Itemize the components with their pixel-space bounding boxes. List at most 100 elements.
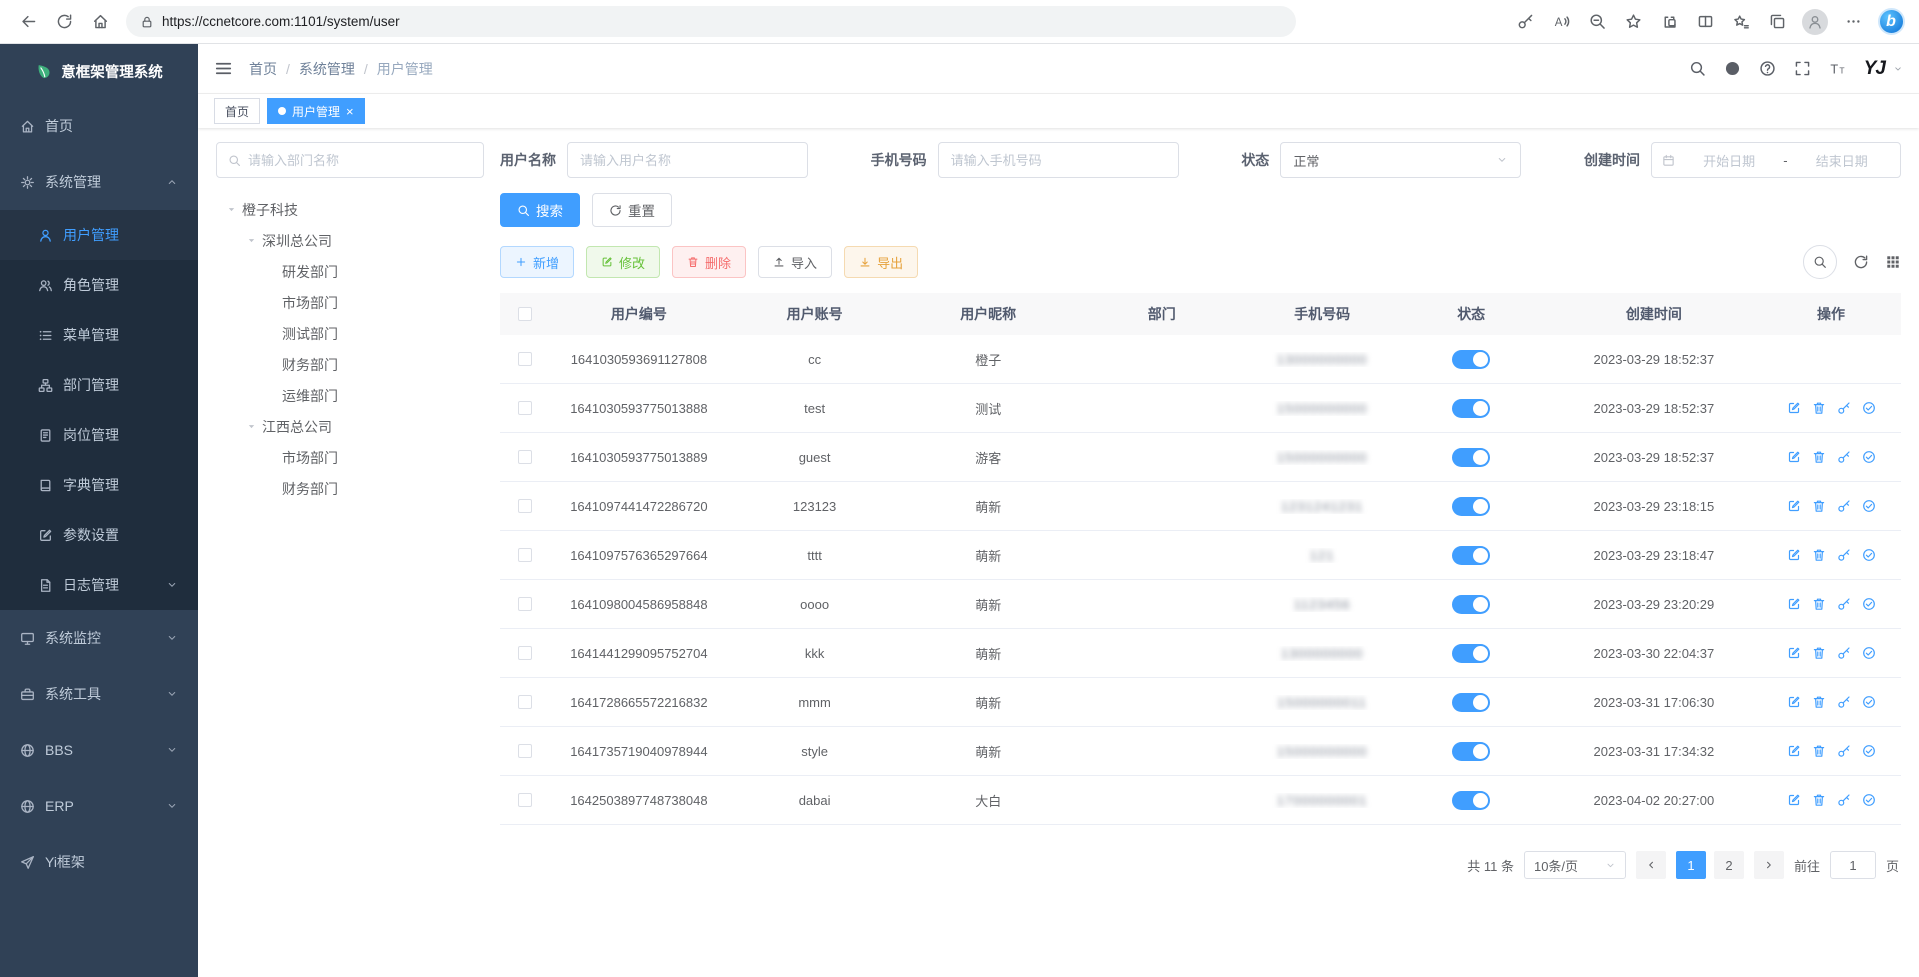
refresh-table-icon[interactable]	[1853, 254, 1869, 270]
sidebar-item-post-mgmt[interactable]: 岗位管理	[0, 410, 198, 460]
edit-icon[interactable]	[1787, 499, 1801, 513]
status-toggle[interactable]	[1452, 595, 1490, 614]
tree-node[interactable]: 橙子科技	[216, 194, 484, 225]
bing-sidebar-button[interactable]: b	[1875, 6, 1907, 38]
tree-node[interactable]: 运维部门	[216, 380, 484, 411]
created-daterange-picker[interactable]: 开始日期 - 结束日期	[1651, 142, 1901, 178]
github-icon[interactable]	[1724, 60, 1741, 77]
delete-button[interactable]: 删除	[672, 246, 746, 278]
home-button[interactable]	[84, 6, 116, 38]
tree-node[interactable]: 财务部门	[216, 473, 484, 504]
prev-page-button[interactable]	[1636, 851, 1666, 879]
sidebar-item-bbs[interactable]: BBS	[0, 722, 198, 778]
row-checkbox[interactable]	[518, 499, 532, 513]
delete-icon[interactable]	[1812, 744, 1826, 758]
address-bar[interactable]: https://ccnetcore.com:1101/system/user	[126, 6, 1296, 37]
sidebar-item-erp[interactable]: ERP	[0, 778, 198, 834]
show-search-button[interactable]	[1803, 245, 1837, 279]
search-icon[interactable]	[1689, 60, 1706, 77]
tree-node[interactable]: 财务部门	[216, 349, 484, 380]
sidebar-item-tools[interactable]: 系统工具	[0, 666, 198, 722]
edit-icon[interactable]	[1787, 695, 1801, 709]
assign-role-icon[interactable]	[1862, 401, 1876, 415]
tab-close-icon[interactable]: ×	[346, 104, 354, 119]
delete-icon[interactable]	[1812, 695, 1826, 709]
status-toggle[interactable]	[1452, 448, 1490, 467]
assign-role-icon[interactable]	[1862, 548, 1876, 562]
status-toggle[interactable]	[1452, 644, 1490, 663]
row-checkbox[interactable]	[518, 352, 532, 366]
browser-more-button[interactable]	[1837, 6, 1869, 38]
tab-home[interactable]: 首页	[214, 98, 260, 124]
browser-profile-button[interactable]	[1799, 6, 1831, 38]
sidebar-item-param-settings[interactable]: 参数设置	[0, 510, 198, 560]
url-text[interactable]: https://ccnetcore.com:1101/system/user	[162, 14, 400, 29]
breadcrumb-system[interactable]: 系统管理	[299, 59, 355, 79]
reset-password-icon[interactable]	[1837, 597, 1851, 611]
sidebar-item-system[interactable]: 系统管理	[0, 154, 198, 210]
edit-icon[interactable]	[1787, 548, 1801, 562]
import-button[interactable]: 导入	[758, 246, 832, 278]
sidebar-item-log-mgmt[interactable]: 日志管理	[0, 560, 198, 610]
assign-role-icon[interactable]	[1862, 695, 1876, 709]
tree-node[interactable]: 市场部门	[216, 287, 484, 318]
export-button[interactable]: 导出	[844, 246, 918, 278]
sidebar-item-role-mgmt[interactable]: 角色管理	[0, 260, 198, 310]
assign-role-icon[interactable]	[1862, 597, 1876, 611]
favorites-bar-button[interactable]	[1725, 6, 1757, 38]
status-toggle[interactable]	[1452, 497, 1490, 516]
reset-password-icon[interactable]	[1837, 793, 1851, 807]
select-all-checkbox[interactable]	[518, 307, 532, 321]
reset-password-icon[interactable]	[1837, 548, 1851, 562]
sidebar-item-dict-mgmt[interactable]: 字典管理	[0, 460, 198, 510]
username-input[interactable]	[567, 142, 808, 178]
row-checkbox[interactable]	[518, 695, 532, 709]
row-checkbox[interactable]	[518, 401, 532, 415]
font-size-icon[interactable]: TT	[1829, 60, 1846, 77]
delete-icon[interactable]	[1812, 548, 1826, 562]
page-button-2[interactable]: 2	[1714, 851, 1744, 879]
edit-icon[interactable]	[1787, 744, 1801, 758]
assign-role-icon[interactable]	[1862, 793, 1876, 807]
edit-icon[interactable]	[1787, 401, 1801, 415]
reset-password-icon[interactable]	[1837, 499, 1851, 513]
reload-button[interactable]	[48, 6, 80, 38]
collections-button[interactable]	[1761, 6, 1793, 38]
delete-icon[interactable]	[1812, 401, 1826, 415]
row-checkbox[interactable]	[518, 597, 532, 611]
tab-user-management[interactable]: 用户管理 ×	[267, 98, 365, 124]
breadcrumb-home[interactable]: 首页	[249, 59, 277, 79]
search-button[interactable]: 搜索	[500, 193, 580, 227]
reset-password-icon[interactable]	[1837, 744, 1851, 758]
edit-icon[interactable]	[1787, 646, 1801, 660]
key-button[interactable]	[1509, 6, 1541, 38]
row-checkbox[interactable]	[518, 450, 532, 464]
tree-node[interactable]: 深圳总公司	[216, 225, 484, 256]
favorite-button[interactable]	[1617, 6, 1649, 38]
status-toggle[interactable]	[1452, 546, 1490, 565]
sidebar-item-monitor[interactable]: 系统监控	[0, 610, 198, 666]
tree-caret-icon[interactable]	[246, 235, 257, 246]
back-button[interactable]	[12, 6, 44, 38]
extensions-button[interactable]	[1653, 6, 1685, 38]
assign-role-icon[interactable]	[1862, 499, 1876, 513]
tree-caret-icon[interactable]	[246, 421, 257, 432]
status-select[interactable]: 正常	[1280, 142, 1521, 178]
delete-icon[interactable]	[1812, 646, 1826, 660]
split-screen-button[interactable]	[1689, 6, 1721, 38]
reset-password-icon[interactable]	[1837, 401, 1851, 415]
reset-password-icon[interactable]	[1837, 646, 1851, 660]
fullscreen-icon[interactable]	[1794, 60, 1811, 77]
sidebar-item-dept-mgmt[interactable]: 部门管理	[0, 360, 198, 410]
reset-button[interactable]: 重置	[592, 193, 672, 227]
tree-node[interactable]: 江西总公司	[216, 411, 484, 442]
user-avatar[interactable]: YJ	[1864, 58, 1885, 80]
tree-node[interactable]: 测试部门	[216, 318, 484, 349]
row-checkbox[interactable]	[518, 646, 532, 660]
row-checkbox[interactable]	[518, 793, 532, 807]
status-toggle[interactable]	[1452, 791, 1490, 810]
reset-password-icon[interactable]	[1837, 695, 1851, 709]
edit-icon[interactable]	[1787, 450, 1801, 464]
collapse-sidebar-icon[interactable]	[214, 59, 233, 78]
reset-password-icon[interactable]	[1837, 450, 1851, 464]
